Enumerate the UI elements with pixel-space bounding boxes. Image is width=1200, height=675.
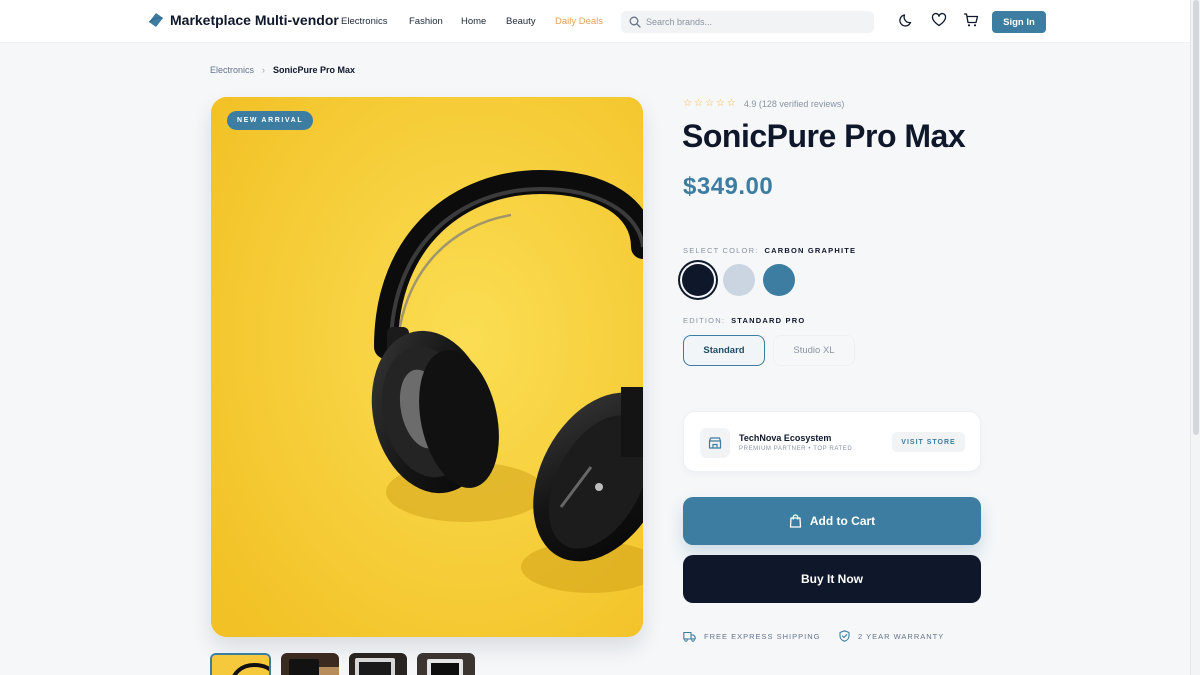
warranty-text: 2 YEAR WARRANTY (858, 631, 945, 641)
nav-fashion[interactable]: Fashion (409, 16, 461, 27)
product-rating[interactable]: ☆ ☆ ☆ ☆ ☆ 4.9 (128 verified reviews) (683, 98, 845, 110)
thumbnail-device-image (349, 653, 407, 675)
thumbnail-3[interactable] (349, 653, 407, 675)
edition-studio-xl-button[interactable]: Studio XL (773, 335, 855, 366)
breadcrumb: Electronics › SonicPure Pro Max (210, 65, 355, 75)
add-to-cart-label: Add to Cart (809, 514, 876, 528)
star-icon: ☆ (715, 98, 725, 109)
selected-edition-name: STANDARD PRO (731, 316, 806, 325)
star-icon: ☆ (693, 98, 703, 109)
edition-option-label: EDITION: STANDARD PRO (683, 316, 805, 325)
scrollbar-thumb[interactable] (1193, 0, 1199, 435)
nav-electronics[interactable]: Electronics (341, 16, 409, 27)
thumbnail-strip (210, 653, 475, 675)
edition-standard-button[interactable]: Standard (683, 335, 765, 366)
brand-name: Marketplace Multi-vendor (170, 12, 339, 28)
nav-beauty[interactable]: Beauty (506, 16, 555, 27)
search-input[interactable] (646, 17, 866, 27)
store-name[interactable]: TechNova Ecosystem (739, 433, 831, 443)
product-title: SonicPure Pro Max (682, 118, 966, 154)
truck-icon (683, 631, 696, 642)
color-swatch-carbon-graphite[interactable] (682, 264, 714, 296)
thumbnail-headphones-image (212, 655, 269, 675)
color-label-text: SELECT COLOR: (683, 246, 759, 255)
visit-store-button[interactable]: VISIT STORE (892, 432, 965, 452)
search-icon (629, 16, 641, 28)
star-icon: ☆ (683, 98, 692, 109)
rating-summary[interactable]: 4.9 (128 verified reviews) (744, 99, 845, 109)
color-swatch-blue[interactable] (763, 264, 795, 296)
product-price: $349.00 (683, 173, 774, 200)
search-bar (621, 11, 874, 33)
logo-diamond-icon (148, 13, 163, 27)
nav-daily-deals[interactable]: Daily Deals (555, 16, 603, 27)
heart-icon[interactable] (931, 12, 947, 28)
store-subtitle: PREMIUM PARTNER • TOP RATED (739, 446, 853, 452)
page-scrollbar[interactable] (1190, 0, 1200, 675)
shipping-perk: FREE EXPRESS SHIPPING (683, 631, 839, 642)
breadcrumb-current: SonicPure Pro Max (273, 65, 356, 75)
star-icon: ☆ (704, 98, 714, 109)
store-icon (700, 428, 730, 458)
chevron-right-icon: › (262, 65, 266, 75)
buy-now-button[interactable]: Buy It Now (683, 555, 981, 603)
thumbnail-2[interactable] (281, 653, 339, 675)
vendor-store-card: TechNova Ecosystem PREMIUM PARTNER • TOP… (683, 411, 981, 472)
star-icon: ☆ (726, 98, 736, 109)
cart-icon[interactable] (963, 12, 979, 28)
new-arrival-badge: NEW ARRIVAL (227, 111, 314, 130)
thumbnail-desk-image (281, 653, 339, 675)
shopping-bag-icon (789, 514, 801, 528)
nav-home[interactable]: Home (461, 16, 506, 27)
add-to-cart-button[interactable]: Add to Cart (683, 497, 981, 545)
perks-row: FREE EXPRESS SHIPPING 2 YEAR WARRANTY (683, 630, 944, 642)
shipping-text: FREE EXPRESS SHIPPING (704, 631, 821, 641)
top-header: Marketplace Multi-vendor Electronics Fas… (0, 0, 1190, 43)
selected-color-name: CARBON GRAPHITE (764, 246, 857, 255)
thumbnail-laptop-image (417, 653, 475, 675)
edition-label-text: EDITION: (683, 316, 726, 325)
sign-in-button[interactable]: Sign In (992, 11, 1046, 33)
brand-logo[interactable]: Marketplace Multi-vendor (148, 12, 339, 28)
headphones-illustration (211, 97, 643, 637)
breadcrumb-electronics[interactable]: Electronics (210, 65, 254, 75)
thumbnail-1[interactable] (210, 653, 271, 675)
main-nav: Electronics Fashion Home Beauty Daily De… (341, 16, 603, 27)
color-option-label: SELECT COLOR: CARBON GRAPHITE (683, 246, 856, 255)
product-main-image[interactable]: NEW ARRIVAL (211, 97, 643, 637)
color-swatch-silver[interactable] (723, 264, 755, 296)
moon-icon[interactable] (899, 12, 915, 28)
shield-check-icon (839, 630, 850, 642)
thumbnail-4[interactable] (417, 653, 475, 675)
warranty-perk: 2 YEAR WARRANTY (839, 630, 944, 642)
